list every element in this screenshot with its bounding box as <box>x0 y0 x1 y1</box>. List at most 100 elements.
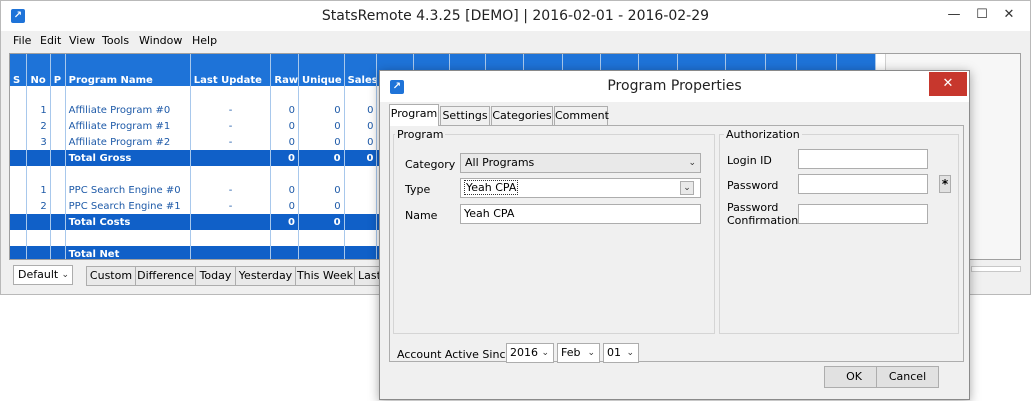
table-cell <box>190 86 272 102</box>
type-select[interactable]: Yeah CPA ⌄ <box>460 178 701 198</box>
tab-settings[interactable]: Settings <box>440 106 490 125</box>
table-cell <box>26 246 51 259</box>
minimize-icon[interactable]: — <box>939 4 969 26</box>
table-cell <box>344 182 378 198</box>
view-select-value: Default <box>18 268 59 281</box>
program-group-title: Program <box>395 128 446 141</box>
table-cell: 0 <box>344 134 378 150</box>
column-header[interactable]: No <box>26 54 51 86</box>
table-cell <box>344 198 378 214</box>
login-id-label: Login ID <box>727 154 772 167</box>
login-id-input[interactable] <box>798 149 928 169</box>
chevron-down-icon: ⌄ <box>541 348 549 358</box>
table-cell <box>26 214 51 230</box>
table-cell <box>270 166 299 182</box>
column-header[interactable]: P <box>50 54 66 86</box>
authorization-group-title: Authorization <box>724 128 802 141</box>
table-cell: 0 <box>298 182 345 198</box>
month-select[interactable]: Feb ⌄ <box>557 343 600 363</box>
day-select[interactable]: 01 ⌄ <box>603 343 639 363</box>
column-header[interactable]: S <box>10 54 28 86</box>
range-tab-this-week[interactable]: This Week <box>295 266 355 286</box>
chevron-down-icon: ⌄ <box>688 158 696 168</box>
table-cell: - <box>190 118 272 134</box>
tab-categories[interactable]: Categories <box>491 106 553 125</box>
table-cell <box>298 230 345 246</box>
table-cell: Total Costs <box>65 214 191 230</box>
password-confirmation-label-1: Password <box>727 201 779 214</box>
table-cell: 2 <box>26 198 51 214</box>
range-tab-yesterday[interactable]: Yesterday <box>235 266 296 286</box>
table-cell: Total Gross <box>65 150 191 166</box>
column-header[interactable]: Sales <box>344 54 378 86</box>
menu-view[interactable]: View <box>69 34 95 47</box>
range-tab-difference[interactable]: Difference <box>135 266 196 286</box>
table-cell <box>190 230 272 246</box>
table-cell <box>26 166 51 182</box>
horizontal-scrollbar[interactable] <box>971 266 1021 272</box>
password-input[interactable] <box>798 174 928 194</box>
menu-edit[interactable]: Edit <box>40 34 61 47</box>
menu-help[interactable]: Help <box>192 34 217 47</box>
table-cell: 0 <box>270 118 299 134</box>
table-cell <box>344 230 378 246</box>
table-cell <box>10 118 28 134</box>
menu-file[interactable]: File <box>13 34 31 47</box>
table-cell <box>65 86 191 102</box>
menu-window[interactable]: Window <box>139 34 182 47</box>
table-cell: 0 <box>270 150 299 166</box>
table-cell <box>10 86 28 102</box>
range-tab-today[interactable]: Today <box>195 266 236 286</box>
dialog-titlebar[interactable]: ↗ Program Properties ✕ <box>380 71 969 102</box>
table-cell: 0 <box>270 134 299 150</box>
column-header[interactable]: Raw Hits <box>270 54 299 86</box>
table-cell: 0 <box>270 102 299 118</box>
password-label: Password <box>727 179 779 192</box>
table-cell <box>50 182 66 198</box>
table-cell <box>344 214 378 230</box>
table-cell: 0 <box>298 150 345 166</box>
table-cell <box>50 86 66 102</box>
table-cell: 1 <box>26 102 51 118</box>
table-cell <box>190 150 272 166</box>
column-header[interactable]: Program Name <box>65 54 191 86</box>
table-cell <box>344 86 378 102</box>
maximize-icon[interactable]: ☐ <box>967 4 997 26</box>
main-titlebar[interactable]: ↗ StatsRemote 4.3.25 [DEMO] | 2016-02-01… <box>1 1 1030 31</box>
category-value: All Programs <box>465 156 535 169</box>
show-password-button[interactable]: * <box>939 175 951 193</box>
column-header[interactable]: Unique Hits <box>298 54 345 86</box>
dialog-title: Program Properties <box>607 78 742 94</box>
close-icon[interactable]: ✕ <box>994 4 1024 26</box>
password-confirmation-label-2: Confirmation <box>727 214 799 227</box>
close-icon[interactable]: ✕ <box>929 72 967 96</box>
year-select[interactable]: 2016 ⌄ <box>506 343 554 363</box>
table-cell: 0 <box>298 134 345 150</box>
table-cell <box>10 166 28 182</box>
table-cell <box>50 166 66 182</box>
menu-tools[interactable]: Tools <box>102 34 129 47</box>
tab-comment[interactable]: Comment <box>554 106 609 125</box>
column-header[interactable]: Last Update <box>190 54 272 86</box>
table-cell <box>10 246 28 259</box>
table-cell: - <box>190 182 272 198</box>
range-tab-custom[interactable]: Custom <box>86 266 136 286</box>
tab-program[interactable]: Program <box>389 104 439 126</box>
name-input[interactable]: Yeah CPA <box>460 204 701 224</box>
password-confirmation-input[interactable] <box>798 204 928 224</box>
table-cell: 0 <box>298 102 345 118</box>
chevron-down-icon: ⌄ <box>626 348 634 358</box>
category-select[interactable]: All Programs ⌄ <box>460 153 701 173</box>
table-cell <box>50 230 66 246</box>
table-cell <box>65 166 191 182</box>
table-cell <box>190 246 272 259</box>
table-cell: 0 <box>298 198 345 214</box>
view-select[interactable]: Default ⌄ <box>13 265 73 285</box>
ok-button[interactable]: OK <box>824 366 884 388</box>
table-cell: - <box>190 102 272 118</box>
table-cell <box>10 198 28 214</box>
cancel-button[interactable]: Cancel <box>876 366 939 388</box>
table-cell <box>50 118 66 134</box>
table-cell <box>26 230 51 246</box>
table-cell: Total Net <box>65 246 191 259</box>
